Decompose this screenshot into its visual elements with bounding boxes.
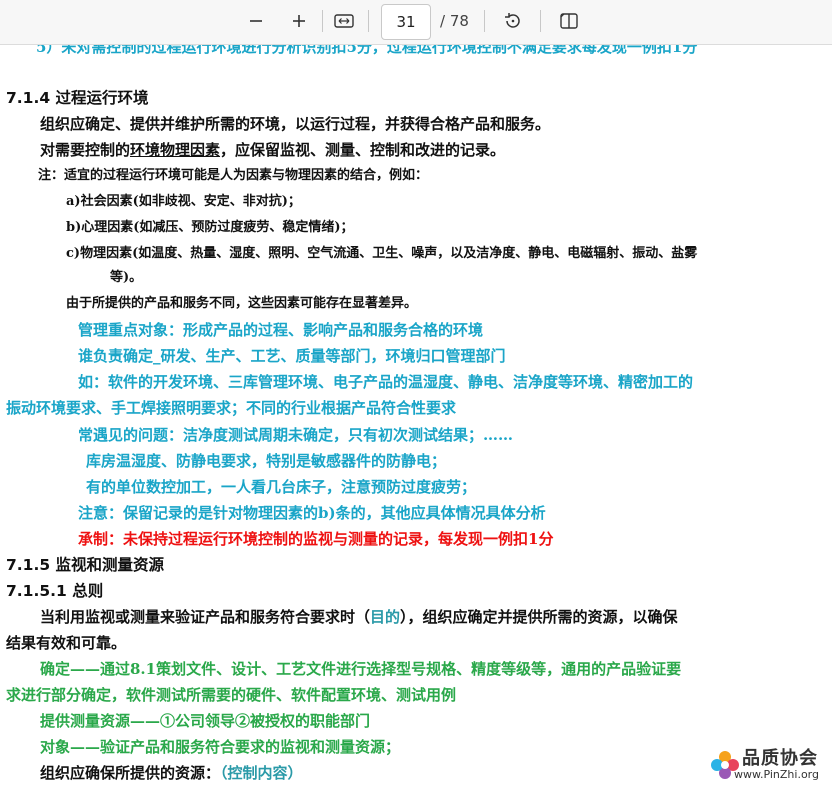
list-item: a)社会因素(如非歧视、安定、非对抗)； — [66, 194, 301, 209]
plus-icon — [293, 15, 305, 27]
annotation: 确定——通过8.1策划文件、设计、工艺文件进行选择型号规格、精度等级等，通用的产… — [40, 660, 682, 678]
annotation: 提供测量资源——①公司领导②被授权的职能部门 — [40, 712, 371, 730]
annotation: 常遇见的问题：洁净度测试周期未确定，只有初次测试结果；…… — [78, 426, 514, 444]
annotation: 注意：保留记录的是针对物理因素的b)条的，其他应具体情况具体分析 — [78, 504, 546, 522]
paragraph: 对需要控制的环境物理因素，应保留监视、测量、控制和改进的记录。 — [40, 141, 506, 159]
document-page: 5）未对需控制的过程运行环境进行分析识别扣5分，过程运行环境控制不满足要求每发现… — [0, 0, 832, 786]
paragraph: 组织应确定、提供并维护所需的环境，以运行过程，并获得合格产品和服务。 — [40, 115, 551, 133]
page-number-input[interactable]: 31 — [381, 4, 431, 40]
rotate-icon — [505, 13, 520, 28]
heading-7-1-5: 7.1.5 监视和测量资源 — [6, 556, 165, 574]
paragraph: 由于所提供的产品和服务不同，这些因素可能存在显著差异。 — [66, 296, 418, 311]
annotation: 振动环境要求、手工焊接照明要求；不同的行业根据产品符合性要求 — [6, 399, 457, 417]
fit-width-button[interactable] — [328, 6, 360, 36]
pdf-toolbar: 31 / 78 — [0, 0, 832, 45]
two-page-icon — [560, 13, 578, 29]
minus-icon — [250, 20, 262, 22]
two-page-view-button[interactable] — [553, 6, 585, 36]
watermark-logo: 品质协会 www.PinZhi.org — [706, 744, 832, 786]
list-item: c)物理因素(如温度、热量、湿度、照明、空气流通、卫生、噪声，以及洁净度、静电、… — [66, 246, 698, 261]
paragraph: 组织应确保所提供的资源：（控制内容） — [40, 764, 303, 782]
zoom-out-button[interactable] — [240, 6, 272, 36]
list-item-cont: 等)。 — [110, 270, 143, 285]
annotation: 有的单位数控加工，一人看几台床子，注意预防过度疲劳； — [86, 478, 477, 496]
annotation: 谁负责确定_研发、生产、工艺、质量等部门，环境归口管理部门 — [78, 347, 506, 365]
list-item: b)心理因素(如减压、预防过度疲劳、稳定情绪)； — [66, 220, 354, 235]
heading-7-1-4: 7.1.4 过程运行环境 — [6, 89, 149, 107]
page-total: / 78 — [440, 12, 469, 30]
penalty-line: 承制：未保持过程运行环境控制的监视与测量的记录，每发现一例扣1分 — [78, 530, 554, 548]
annotation: 对象——验证产品和服务符合要求的监视和测量资源； — [40, 738, 401, 756]
annotation: 如：软件的开发环境、三库管理环境、电子产品的温湿度、静电、洁净度等环境、精密加工… — [78, 373, 694, 391]
zoom-in-button[interactable] — [283, 6, 315, 36]
annotation: 求进行部分确定，软件测试所需要的硬件、软件配置环境、测试用例 — [6, 686, 457, 704]
paragraph-cont: 结果有效和可靠。 — [6, 634, 127, 652]
annotation: 管理重点对象：形成产品的过程、影响产品和服务合格的环境 — [78, 321, 484, 339]
annotation: 库房温湿度、防静电要求，特别是敏感器件的防静电； — [86, 452, 447, 470]
logo-url: www.PinZhi.org — [734, 768, 819, 781]
note: 注：适宜的过程运行环境可能是人为因素与物理因素的结合，例如： — [38, 168, 429, 183]
paragraph: 当利用监视或测量来验证产品和服务符合要求时（目的），组织应确定并提供所需的资源，… — [40, 608, 678, 626]
rotate-button[interactable] — [497, 6, 529, 36]
heading-7-1-5-1: 7.1.5.1 总则 — [6, 582, 104, 600]
logo-name: 品质协会 — [742, 748, 818, 769]
fit-width-icon — [334, 14, 354, 28]
